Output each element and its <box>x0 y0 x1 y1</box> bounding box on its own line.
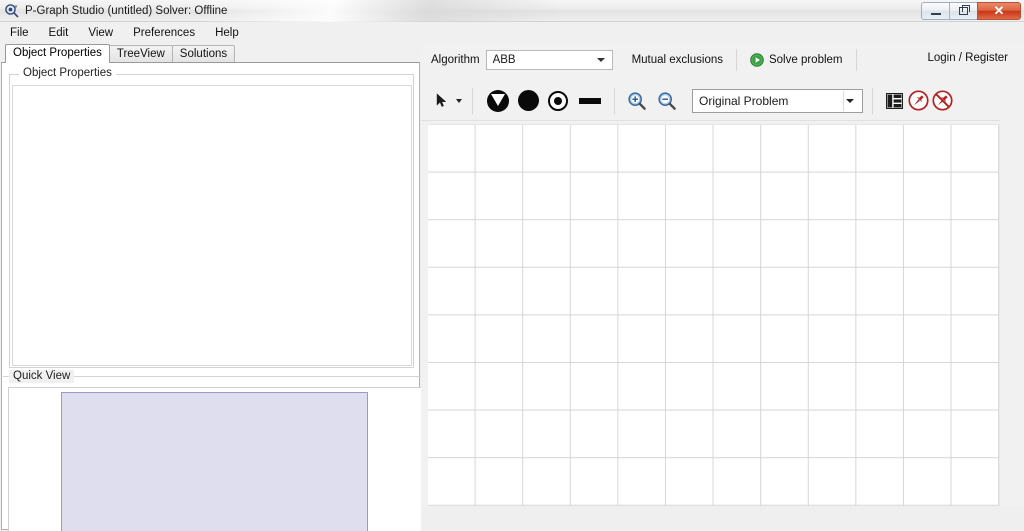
tab-object-properties[interactable]: Object Properties <box>5 44 110 63</box>
solve-problem-button[interactable]: Solve problem <box>746 50 847 70</box>
select-tool-chevron-down-icon[interactable] <box>456 99 462 103</box>
quick-view-surface[interactable] <box>8 387 422 531</box>
operating-unit-tool[interactable] <box>513 86 543 116</box>
minimize-icon <box>931 13 941 15</box>
close-button[interactable]: ✕ <box>977 2 1021 20</box>
right-pane: Algorithm ABB Mutual exclusions So <box>421 43 1024 531</box>
unpin-icon <box>932 90 953 111</box>
quick-view-viewport-rect[interactable] <box>61 392 368 531</box>
title-bar-sheen <box>200 0 800 22</box>
maximize-button[interactable] <box>949 2 977 20</box>
product-node-tool[interactable] <box>543 86 573 116</box>
edge-tool[interactable] <box>573 86 607 116</box>
window-controls: ✕ <box>921 1 1021 20</box>
top-toolbar: Algorithm ABB Mutual exclusions So <box>421 43 1024 77</box>
tab-treeview[interactable]: TreeView <box>109 45 173 63</box>
layout-icon <box>886 93 903 109</box>
tools-separator-2 <box>614 88 615 114</box>
zoom-in-icon <box>627 91 647 111</box>
chevron-down-icon <box>597 58 605 62</box>
title-bar: P-Graph Studio (untitled) Solver: Offlin… <box>0 0 1024 22</box>
filled-circle-icon <box>518 90 539 111</box>
select-cursor-tool[interactable] <box>429 86 455 116</box>
toolbar-bottom-divider <box>421 120 1024 121</box>
solve-problem-label: Solve problem <box>769 53 843 67</box>
object-properties-list[interactable] <box>12 85 412 366</box>
mutual-exclusions-button[interactable]: Mutual exclusions <box>628 50 727 70</box>
edge-bar-icon <box>579 98 601 104</box>
ring-circle-icon <box>548 91 568 111</box>
zoom-in-button[interactable] <box>622 86 652 116</box>
menu-item-file[interactable]: File <box>1 23 38 43</box>
zoom-out-icon <box>657 91 677 111</box>
window-title: P-Graph Studio (untitled) Solver: Offlin… <box>25 0 227 22</box>
problem-combo[interactable]: Original Problem <box>692 89 863 113</box>
material-triangle-icon <box>487 90 509 112</box>
play-circle-icon <box>750 53 764 67</box>
layout-button[interactable] <box>882 86 906 116</box>
object-properties-groupbox: Object Properties <box>9 74 414 368</box>
quick-view-group-title: Quick View <box>9 370 74 383</box>
left-panel: Object Properties TreeView Solutions Obj… <box>0 43 421 531</box>
menu-item-preferences[interactable]: Preferences <box>124 23 204 43</box>
canvas-grid <box>428 125 1000 506</box>
algorithm-combo-value: ABB <box>487 51 516 69</box>
application-window: P-Graph Studio (untitled) Solver: Offlin… <box>0 0 1024 531</box>
canvas-bottom-gutter <box>421 506 1024 531</box>
toolbar-separator-3 <box>856 49 857 71</box>
zoom-out-button[interactable] <box>652 86 682 116</box>
pgraph-app-icon <box>4 3 20 19</box>
problem-combo-value: Original Problem <box>693 90 788 112</box>
chevron-down-icon-2 <box>846 99 854 103</box>
tools-separator-1 <box>472 88 473 114</box>
quick-view-groupbox: Quick View <box>3 376 422 531</box>
close-icon: ✕ <box>994 3 1005 19</box>
tools-separator-3 <box>872 88 873 114</box>
menu-item-edit[interactable]: Edit <box>40 23 78 43</box>
graph-canvas[interactable] <box>428 125 1000 506</box>
algorithm-combo[interactable]: ABB <box>486 50 613 70</box>
mutual-exclusions-label: Mutual exclusions <box>632 53 723 67</box>
maximize-icon <box>959 7 968 15</box>
cursor-arrow-icon <box>436 93 448 108</box>
menu-bar: File Edit View Preferences Help <box>0 22 1024 43</box>
tools-toolbar: Original Problem <box>421 77 1024 124</box>
unpin-button[interactable] <box>930 86 954 116</box>
toolbar-separator-2 <box>736 49 737 71</box>
menu-item-view[interactable]: View <box>79 23 122 43</box>
left-panel-tabstrip: Object Properties TreeView Solutions <box>5 45 234 63</box>
algorithm-label: Algorithm <box>431 53 480 67</box>
material-node-tool[interactable] <box>483 86 513 116</box>
canvas-right-gutter <box>1000 118 1024 513</box>
object-properties-tab-page: Object Properties Quick View <box>1 62 420 530</box>
login-register-link[interactable]: Login / Register <box>927 52 1008 64</box>
tab-solutions[interactable]: Solutions <box>172 45 235 63</box>
menu-item-help[interactable]: Help <box>206 23 248 43</box>
pin-icon <box>908 90 929 111</box>
minimize-button[interactable] <box>921 2 949 20</box>
pin-button[interactable] <box>906 86 930 116</box>
object-properties-group-title: Object Properties <box>19 67 116 80</box>
